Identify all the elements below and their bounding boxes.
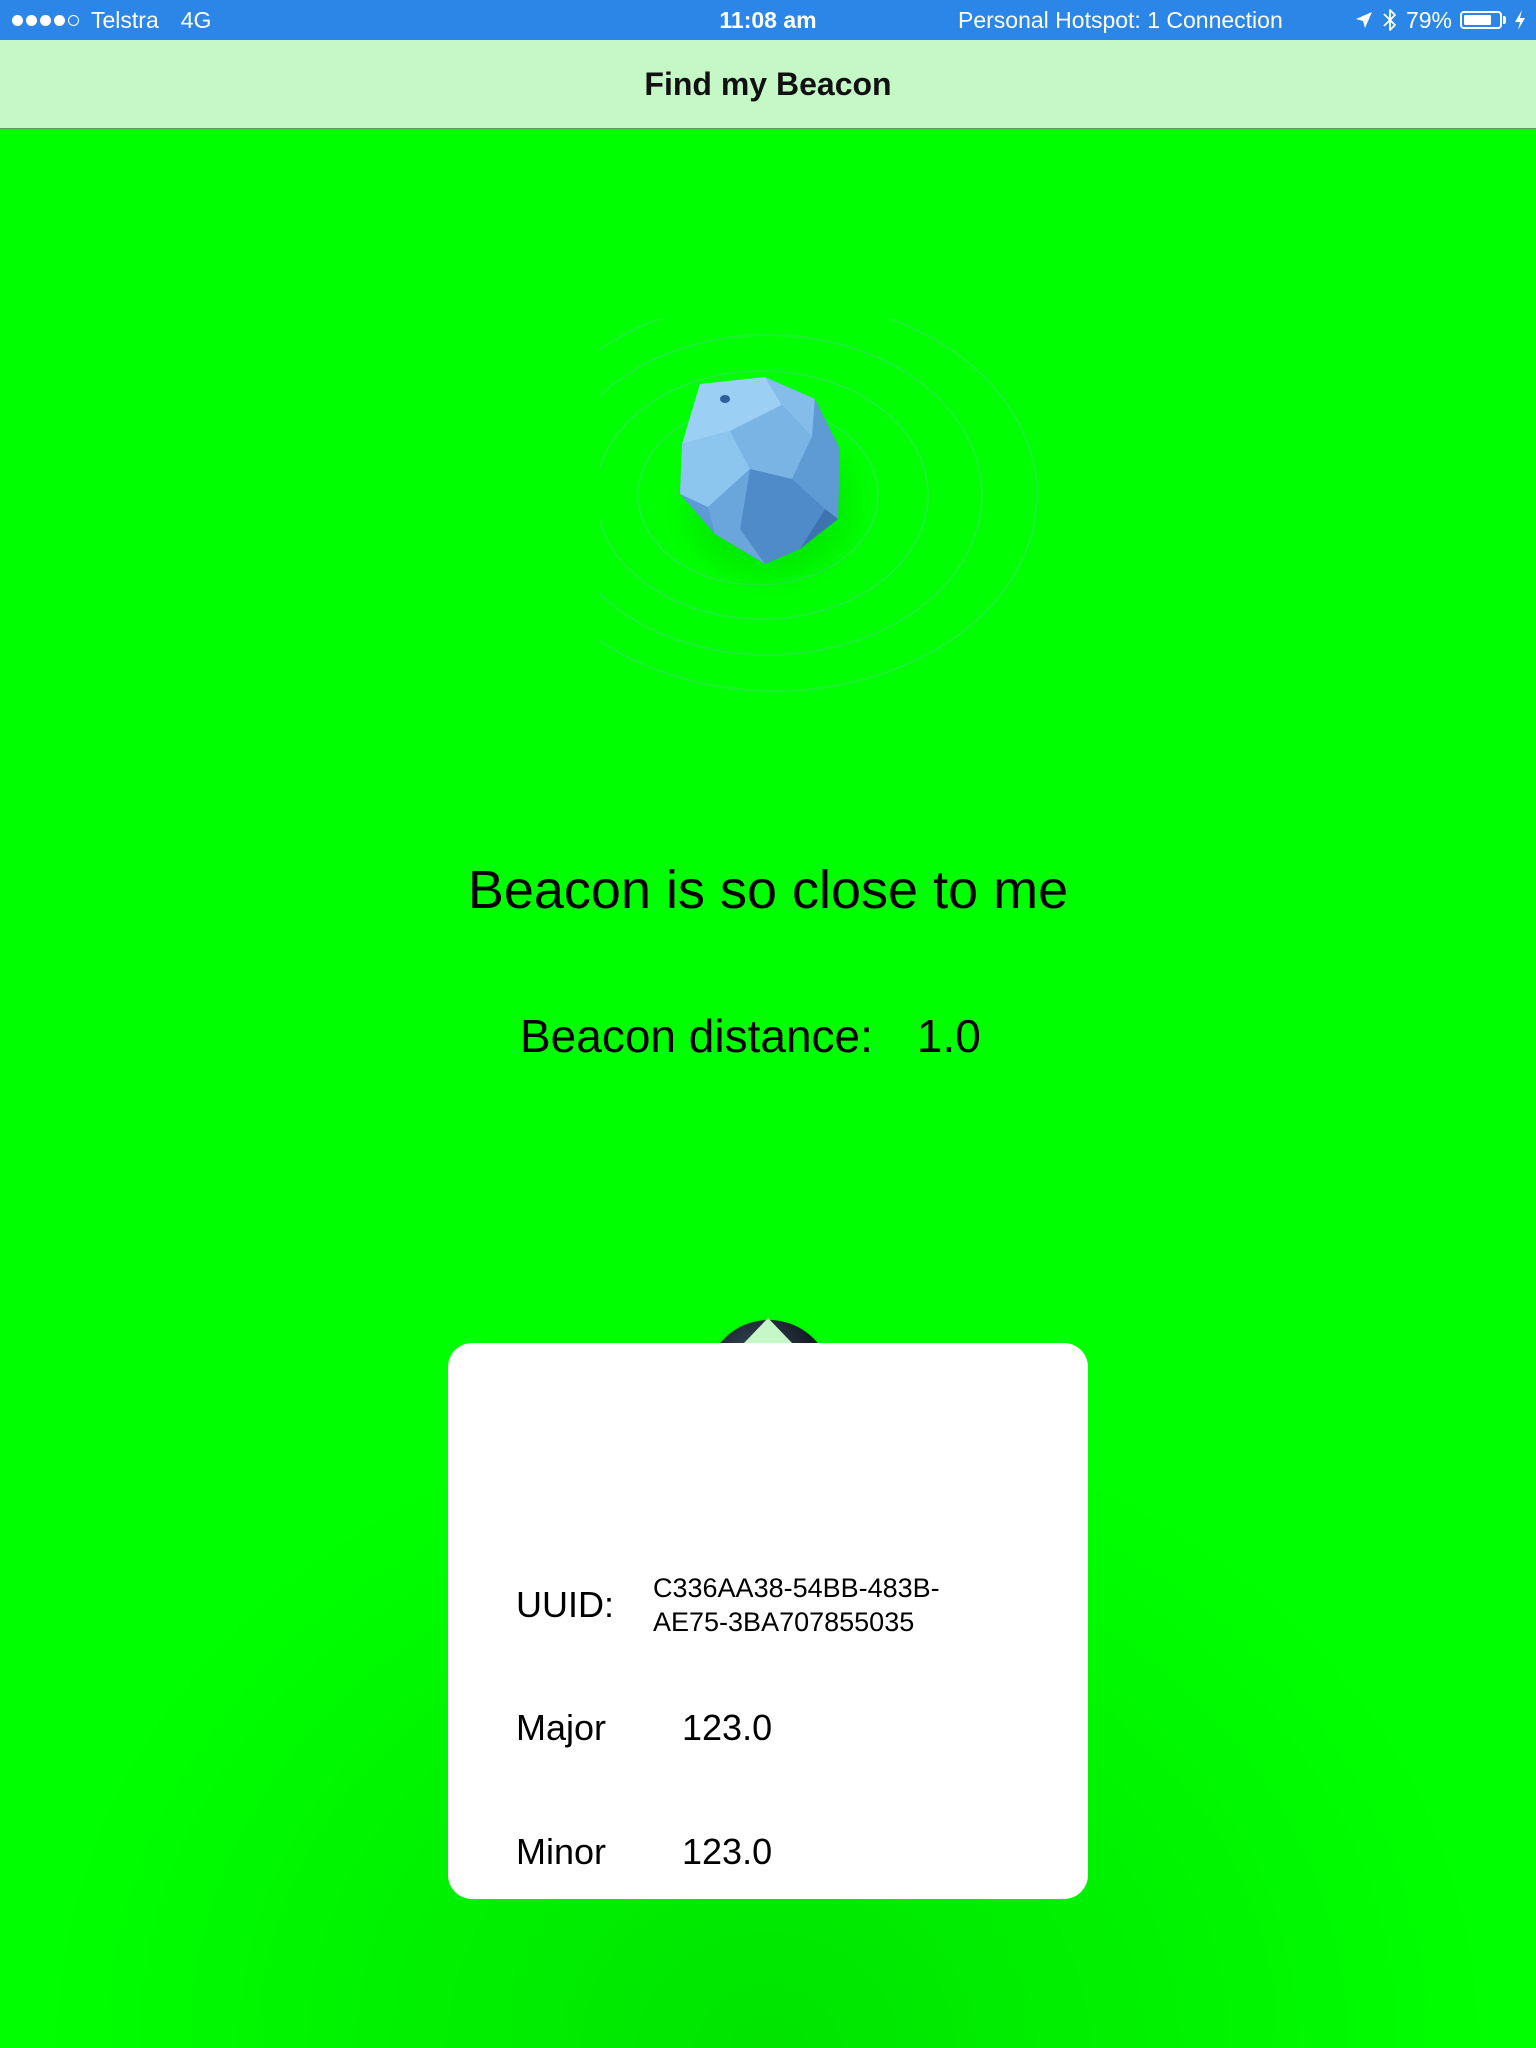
minor-label: Minor	[516, 1831, 607, 1872]
uuid-value-line-1: C336AA38-54BB-483B-	[653, 1573, 940, 1603]
battery-icon	[1460, 11, 1506, 29]
major-label: Major	[516, 1707, 607, 1748]
status-left: Telstra 4G	[12, 0, 211, 40]
major-row: Major 123.0	[516, 1707, 772, 1749]
uuid-label: UUID:	[516, 1584, 614, 1625]
uuid-value-line-2: AE75-3BA707855035	[653, 1607, 915, 1637]
signal-dot	[26, 14, 37, 26]
distance-row: Beacon distance: 1.0	[520, 1009, 981, 1063]
beacon-info-popover: UUID: C336AA38-54BB-483B- AE75-3BA707855…	[448, 1343, 1088, 1899]
beacon-illustration	[512, 298, 1040, 699]
signal-dot	[54, 14, 65, 26]
location-arrow-icon	[1355, 12, 1372, 28]
status-right: 79%	[1354, 0, 1526, 40]
battery-body	[1460, 11, 1502, 29]
beacon-stone-icon	[512, 298, 1038, 692]
navigation-bar: Find my Beacon	[0, 40, 1536, 129]
uuid-row: UUID: C336AA38-54BB-483B- AE75-3BA707855…	[516, 1571, 993, 1639]
proximity-message: Beacon is so close to me	[467, 860, 1069, 920]
bluetooth-icon	[1383, 9, 1396, 31]
network-type: 4G	[180, 6, 212, 33]
main-content: Beacon is so close to me Beacon distance…	[0, 129, 1536, 2048]
uuid-value: C336AA38-54BB-483B- AE75-3BA707855035	[653, 1571, 993, 1639]
battery-cap	[1503, 16, 1506, 24]
charging-bolt-icon	[1515, 10, 1525, 30]
distance-label: Beacon distance:	[520, 1010, 873, 1062]
signal-dot	[68, 14, 79, 26]
battery-level-fill	[1464, 15, 1491, 25]
hotspot-status: Personal Hotspot: 1 Connection	[958, 6, 1283, 33]
distance-value: 1.0	[916, 1010, 981, 1062]
signal-strength-icon	[12, 14, 79, 26]
nav-title: Find my Beacon	[644, 65, 892, 102]
status-bar: Telstra 4G 11:08 am Personal Hotspot: 1 …	[0, 0, 1536, 40]
minor-value: 123.0	[682, 1831, 773, 1872]
carrier-name: Telstra	[91, 6, 159, 33]
status-time: 11:08 am	[719, 6, 817, 33]
signal-dot	[12, 14, 23, 26]
battery-percent: 79%	[1405, 6, 1452, 33]
major-value: 123.0	[682, 1707, 773, 1748]
signal-dot	[40, 14, 51, 26]
minor-row: Minor 123.0	[516, 1831, 772, 1873]
popover-arrow	[744, 1318, 792, 1343]
